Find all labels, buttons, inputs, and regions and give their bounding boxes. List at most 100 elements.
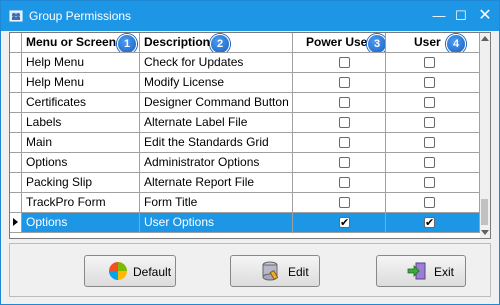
- power-user-checkbox[interactable]: [339, 197, 350, 208]
- power-user-checkbox[interactable]: [339, 77, 350, 88]
- row-selector[interactable]: [10, 113, 22, 132]
- group-permissions-window: Group Permissions — ☐ ✕ Menu or Screen 1…: [0, 0, 500, 305]
- power-user-checkbox[interactable]: [339, 137, 350, 148]
- column-header-user[interactable]: User 4: [386, 33, 480, 52]
- minimize-button[interactable]: —: [429, 6, 449, 26]
- user-checkbox[interactable]: [424, 214, 435, 232]
- cell-user: [386, 173, 480, 192]
- user-checkbox[interactable]: [424, 117, 435, 128]
- user-checkbox[interactable]: [424, 157, 435, 168]
- row-selector[interactable]: [10, 93, 22, 112]
- cell-user: [386, 113, 480, 132]
- database-icon: [262, 261, 278, 281]
- cell-description[interactable]: Modify License: [140, 73, 293, 92]
- cell-user: [386, 153, 480, 172]
- cell-power-user: [293, 153, 386, 172]
- column-header-description-label: Description: [144, 35, 211, 49]
- grid-header-row: Menu or Screen 1 Description 2 Power Use…: [10, 33, 480, 53]
- callout-badge-3: 3: [367, 34, 385, 52]
- default-button[interactable]: Default: [84, 255, 176, 287]
- callout-badge-2: 2: [210, 34, 230, 52]
- table-row-selected[interactable]: Options User Options: [10, 213, 480, 233]
- table-row[interactable]: Packing Slip Alternate Report File: [10, 173, 480, 193]
- callout-badge-4: 4: [446, 34, 466, 52]
- row-selector[interactable]: [10, 53, 22, 72]
- cell-user: [386, 193, 480, 212]
- permissions-grid[interactable]: Menu or Screen 1 Description 2 Power Use…: [9, 32, 491, 239]
- column-header-user-label: User: [414, 35, 441, 49]
- cell-description[interactable]: Form Title: [140, 193, 293, 212]
- cell-menu[interactable]: Help Menu: [22, 53, 140, 72]
- row-selector[interactable]: [10, 133, 22, 152]
- exit-button-label: Exit: [434, 265, 455, 279]
- cell-description[interactable]: Check for Updates: [140, 53, 293, 72]
- column-header-menu-label: Menu or Screen: [26, 35, 117, 49]
- row-selector[interactable]: [10, 213, 22, 232]
- cell-description[interactable]: User Options: [140, 213, 293, 232]
- cell-user: [386, 73, 480, 92]
- cell-description[interactable]: Alternate Label File: [140, 113, 293, 132]
- user-checkbox[interactable]: [424, 177, 435, 188]
- row-selector[interactable]: [10, 193, 22, 212]
- table-row[interactable]: TrackPro Form Form Title: [10, 193, 480, 213]
- scrollbar-thumb[interactable]: [481, 199, 488, 225]
- cell-menu[interactable]: Options: [22, 153, 140, 172]
- user-checkbox[interactable]: [424, 137, 435, 148]
- maximize-button[interactable]: ☐: [451, 6, 471, 26]
- power-user-checkbox[interactable]: [339, 117, 350, 128]
- exit-button[interactable]: Exit: [376, 255, 466, 287]
- edit-button-label: Edit: [288, 265, 309, 279]
- column-header-power-user[interactable]: Power User 3: [293, 33, 386, 52]
- power-user-checkbox[interactable]: [339, 177, 350, 188]
- power-user-checkbox[interactable]: [339, 97, 350, 108]
- cell-menu[interactable]: Help Menu: [22, 73, 140, 92]
- cell-menu[interactable]: Packing Slip: [22, 173, 140, 192]
- power-user-checkbox[interactable]: [339, 214, 350, 232]
- title-bar[interactable]: Group Permissions — ☐ ✕: [1, 1, 499, 31]
- power-user-checkbox[interactable]: [339, 57, 350, 68]
- column-header-description[interactable]: Description 2: [140, 33, 293, 52]
- cell-user: [386, 93, 480, 112]
- cell-power-user: [293, 133, 386, 152]
- column-header-power-user-label: Power User: [306, 35, 373, 49]
- scroll-up-arrow-icon[interactable]: [481, 36, 489, 41]
- user-checkbox[interactable]: [424, 77, 435, 88]
- row-selector[interactable]: [10, 153, 22, 172]
- user-checkbox[interactable]: [424, 97, 435, 108]
- current-row-arrow-icon: [13, 218, 18, 226]
- cell-description[interactable]: Designer Command Button: [140, 93, 293, 112]
- table-row[interactable]: Options Administrator Options: [10, 153, 480, 173]
- cell-description[interactable]: Alternate Report File: [140, 173, 293, 192]
- cell-menu[interactable]: Certificates: [22, 93, 140, 112]
- table-row[interactable]: Labels Alternate Label File: [10, 113, 480, 133]
- close-button[interactable]: ✕: [475, 6, 495, 26]
- edit-button[interactable]: Edit: [230, 255, 320, 287]
- vertical-scrollbar[interactable]: [480, 33, 490, 238]
- cell-user: [386, 53, 480, 72]
- cell-power-user: [293, 53, 386, 72]
- table-row[interactable]: Help Menu Check for Updates: [10, 53, 480, 73]
- power-user-checkbox[interactable]: [339, 157, 350, 168]
- cell-menu[interactable]: TrackPro Form: [22, 193, 140, 212]
- row-selector[interactable]: [10, 173, 22, 192]
- default-button-label: Default: [133, 265, 172, 279]
- cell-power-user: [293, 193, 386, 212]
- cell-user: [386, 133, 480, 152]
- row-selector[interactable]: [10, 73, 22, 92]
- cell-menu[interactable]: Main: [22, 133, 140, 152]
- cell-menu[interactable]: Labels: [22, 113, 140, 132]
- table-row[interactable]: Main Edit the Standards Grid: [10, 133, 480, 153]
- scroll-down-arrow-icon[interactable]: [481, 230, 489, 235]
- user-checkbox[interactable]: [424, 197, 435, 208]
- column-header-menu[interactable]: Menu or Screen 1: [22, 33, 140, 52]
- user-checkbox[interactable]: [424, 57, 435, 68]
- windows-logo-icon: [109, 262, 127, 280]
- table-row[interactable]: Certificates Designer Command Button: [10, 93, 480, 113]
- cell-description[interactable]: Edit the Standards Grid: [140, 133, 293, 152]
- table-row[interactable]: Help Menu Modify License: [10, 73, 480, 93]
- cell-description[interactable]: Administrator Options: [140, 153, 293, 172]
- cell-power-user: [293, 113, 386, 132]
- cell-menu[interactable]: Options: [22, 213, 140, 232]
- button-bar: 5 Default Edit Exit: [9, 243, 491, 297]
- row-header-corner: [10, 33, 22, 52]
